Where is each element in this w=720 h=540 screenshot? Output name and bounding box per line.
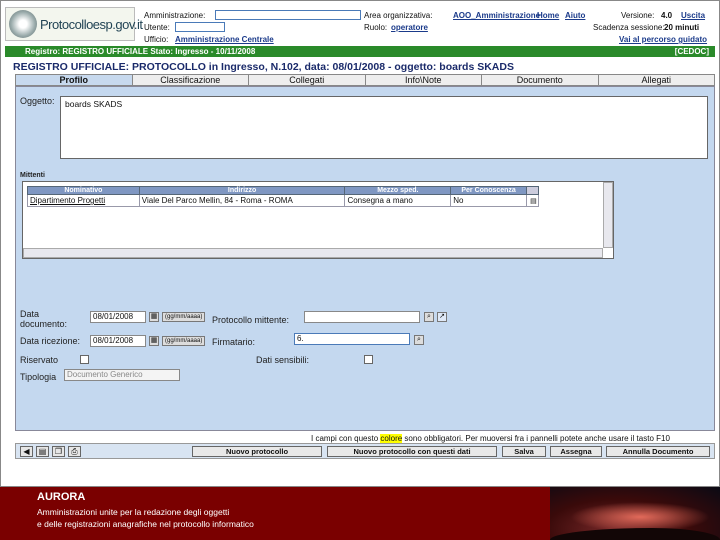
versione-label: Versione: [621, 11, 655, 20]
status-text: Registro: REGISTRO UFFICIALE Stato: Ingr… [25, 47, 256, 56]
emblem-icon [9, 10, 37, 38]
data-ricezione-label: Data ricezione: [20, 336, 81, 346]
date-format-button[interactable]: (gg/mm/aaaa) [162, 312, 206, 322]
tab-info-note[interactable]: Info\Note [365, 74, 482, 86]
firmatario-label: Firmatario: [212, 337, 256, 347]
copy-icon[interactable]: ❐ [52, 446, 65, 457]
print-icon[interactable]: ⎙ [68, 446, 81, 457]
tipologia-label: Tipologia [20, 372, 57, 382]
footer-title: AURORA [37, 491, 86, 503]
back-arrow-icon[interactable]: ◀ [20, 446, 33, 457]
row-edit-icon[interactable]: ▤ [525, 194, 540, 207]
tab-allegati[interactable]: Allegati [598, 74, 715, 86]
ruolo-value[interactable]: operatore [391, 23, 428, 32]
date-format-button[interactable]: (gg/mm/aaaa) [162, 336, 206, 346]
riservato-checkbox[interactable] [80, 355, 89, 364]
header: Protocolloesp.gov.it Amministrazione: Ar… [1, 1, 719, 45]
calendar-icon[interactable]: ▦ [149, 312, 159, 322]
ufficio-label: Ufficio: [144, 35, 169, 44]
dati-sensibili-checkbox[interactable] [364, 355, 373, 364]
link-icon[interactable]: ↗ [437, 312, 447, 322]
protocollo-mittente-label: Protocollo mittente: [212, 315, 290, 325]
annulla-documento-button[interactable]: Annulla Documento [606, 446, 710, 457]
col-action [525, 186, 540, 195]
footer-subtitle: Amministrazioni unite per la redazione d… [37, 506, 254, 530]
scadenza-label: Scadenza sessione: [593, 23, 665, 32]
mittenti-table: Nominativo Indirizzo Mezzo sped. Per Con… [27, 186, 540, 207]
area-value[interactable]: AOO_Amministrazione [453, 11, 540, 20]
amministrazione-label: Amministrazione: [144, 11, 206, 20]
note-prefix: I campi con questo [311, 434, 379, 443]
horizontal-scrollbar[interactable] [23, 248, 603, 258]
amministrazione-field[interactable] [215, 10, 361, 20]
oggetto-label: Oggetto: [20, 96, 55, 106]
footer-line-2: e delle registrazioni anagrafiche nel pr… [37, 519, 254, 529]
status-bar: Registro: REGISTRO UFFICIALE Stato: Ingr… [5, 46, 715, 57]
cell-indirizzo: Viale Del Parco Mellin, 84 - Roma - ROMA [138, 194, 346, 207]
area-label: Area organizzativa: [364, 11, 433, 20]
uscita-link[interactable]: Uscita [681, 11, 705, 20]
col-mezzo: Mezzo sped. [344, 186, 452, 195]
logo: Protocolloesp.gov.it [5, 7, 143, 41]
utente-field[interactable] [175, 22, 225, 32]
aurora-horizon [550, 528, 720, 540]
logo-text: Protocolloesp.gov.it [40, 17, 143, 32]
record-title: REGISTRO UFFICIALE: PROTOCOLLO in Ingres… [13, 61, 514, 73]
tab-profilo[interactable]: Profilo [15, 74, 133, 86]
mittenti-label: Mittenti [20, 172, 45, 179]
scan-icon[interactable]: ▤ [36, 446, 49, 457]
protocollo-mittente-input[interactable] [304, 311, 420, 323]
nuovo-protocollo-button[interactable]: Nuovo protocollo [192, 446, 322, 457]
cell-mezzo: Consegna a mano [344, 194, 452, 207]
tab-classificazione[interactable]: Classificazione [132, 74, 249, 86]
aurora-image [550, 487, 720, 540]
footer-line-1: Amministrazioni unite per la redazione d… [37, 507, 230, 517]
col-nominativo: Nominativo [27, 186, 140, 195]
tipologia-select[interactable]: Documento Generico [64, 369, 180, 381]
salva-button[interactable]: Salva [502, 446, 546, 457]
percorso-guidato-link[interactable]: Vai al percorso guidato [619, 35, 707, 44]
search-icon[interactable]: ⌕ [424, 312, 434, 322]
col-conoscenza: Per Conoscenza [450, 186, 527, 195]
scadenza-value: 20 minuti [664, 23, 700, 32]
search-icon[interactable]: ⌕ [414, 335, 424, 345]
note-highlight: colore [380, 434, 403, 443]
vertical-scrollbar[interactable] [603, 182, 613, 248]
utente-label: Utente: [144, 23, 170, 32]
profilo-panel: Oggetto: boards SKADS Mittenti Nominativ… [15, 86, 715, 431]
ruolo-label: Ruolo: [364, 23, 388, 32]
cell-conoscenza: No [450, 194, 527, 207]
tab-collegati[interactable]: Collegati [249, 74, 366, 86]
action-toolbar: ◀ ▤ ❐ ⎙ Nuovo protocollo Nuovo protocoll… [15, 443, 715, 459]
mittenti-grid: Nominativo Indirizzo Mezzo sped. Per Con… [22, 181, 614, 259]
cell-nominativo[interactable]: Dipartimento Progetti [27, 194, 140, 207]
dati-sensibili-label: Dati sensibili: [256, 355, 310, 365]
tab-documento[interactable]: Documento [482, 74, 599, 86]
slide-footer: AURORA Amministrazioni unite per la reda… [0, 487, 720, 540]
note-suffix: sono obbligatori. Per muoversi fra i pan… [404, 434, 670, 443]
table-row[interactable]: Dipartimento Progetti Viale Del Parco Me… [27, 194, 540, 207]
data-documento-label: Data documento: [20, 309, 68, 329]
required-fields-note: I campi con questo colore sono obbligato… [311, 434, 670, 443]
protocol-app-window: Protocolloesp.gov.it Amministrazione: Ar… [0, 0, 720, 487]
status-right: [CEDOC] [674, 47, 709, 56]
data-documento-input[interactable]: 08/01/2008 [90, 311, 146, 323]
firmatario-input[interactable]: 6. [294, 333, 410, 345]
ufficio-value[interactable]: Amministrazione Centrale [175, 35, 274, 44]
versione-value: 4.0 [661, 11, 673, 20]
assegna-button[interactable]: Assegna [550, 446, 602, 457]
data-ricezione-input[interactable]: 08/01/2008 [90, 335, 146, 347]
oggetto-textarea[interactable]: boards SKADS [60, 96, 708, 159]
calendar-icon[interactable]: ▦ [149, 336, 159, 346]
home-link[interactable]: Home [537, 11, 559, 20]
tab-bar: Profilo Classificazione Collegati Info\N… [15, 74, 715, 86]
riservato-label: Riservato [20, 355, 59, 365]
nuovo-protocollo-dati-button[interactable]: Nuovo protocollo con questi dati [327, 446, 497, 457]
aiuto-link[interactable]: Aiuto [565, 11, 585, 20]
col-indirizzo: Indirizzo [138, 186, 346, 195]
